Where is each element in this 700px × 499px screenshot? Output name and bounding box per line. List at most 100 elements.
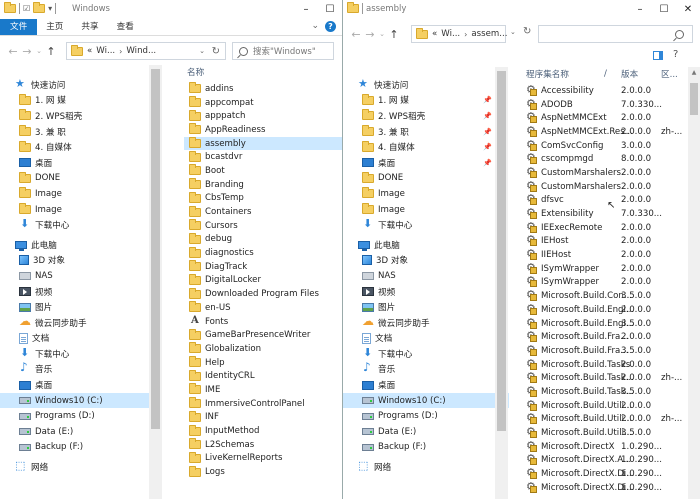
up-arrow-icon[interactable]: ↑ [44,45,58,58]
list-item[interactable]: Logs [184,465,342,479]
breadcrumb-chevron-icon[interactable]: › [119,47,122,56]
address-bar[interactable]: « Wi... › Wind... ⌄ ↻ [66,42,226,60]
nav-item[interactable]: Image [0,186,162,202]
column-header-name[interactable]: 名称 [184,65,342,79]
table-row[interactable]: Microsoft.Build.Utili...3.5.0.0 [522,425,700,440]
nav-item[interactable]: Programs (D:) [343,408,509,424]
title-bar[interactable]: ☑ ▾ Windows – ☐ [0,0,342,19]
nav-item[interactable]: 下载中心 [343,346,509,362]
list-item[interactable]: DiagTrack [184,260,342,274]
breadcrumb-segment[interactable]: Wi... [441,29,460,39]
nav-item[interactable]: 快速访问 [343,77,509,93]
list-item[interactable]: AppReadiness [184,123,342,137]
nav-item[interactable]: Image [343,202,509,218]
nav-item[interactable]: 视频 [343,284,509,300]
nav-item[interactable]: 快速访问 [0,77,162,93]
quick-access-dropdown-icon[interactable]: ▾ [48,4,52,13]
list-item[interactable]: LiveKernelReports [184,451,342,466]
address-overflow[interactable]: « [432,29,437,39]
table-row[interactable]: ISymWrapper 2.0.0.0 [522,261,700,276]
list-item[interactable]: apppatch [184,109,342,123]
table-row[interactable]: Microsoft.Build.Utili...2.0.0.0 [522,398,700,413]
forward-arrow-icon[interactable]: → [20,45,34,58]
close-button[interactable]: ✕ [676,0,700,19]
nav-item[interactable]: Programs (D:) [0,408,162,424]
list-item[interactable]: debug [184,232,342,247]
breadcrumb-segment[interactable]: Wind... [126,46,156,56]
minimize-button[interactable]: – [628,0,652,19]
table-row[interactable]: Microsoft.DirectX.Di...1.0.290... [522,466,700,481]
refresh-icon[interactable]: ↻ [212,46,220,57]
list-item[interactable]: appcompat [184,96,342,110]
list-item[interactable]: GameBarPresenceWriter [184,328,342,342]
recent-locations-icon[interactable]: ⌄ [377,30,387,38]
list-item[interactable]: InputMethod [184,424,342,438]
nav-item[interactable]: 网络 [0,459,162,475]
nav-item[interactable]: 3D 对象 [343,253,509,269]
nav-item[interactable]: 3D 对象 [0,253,162,269]
table-row[interactable]: cscompmgd 8.0.0.0 [522,151,700,166]
nav-item[interactable]: 下载中心 [0,346,162,362]
table-row[interactable]: CustomMarshalers2.0.0.0 [522,165,700,180]
title-bar[interactable]: assembly – ☐ ✕ [343,0,700,19]
list-item[interactable]: INF [184,410,342,425]
table-row[interactable]: Microsoft.DirectX 1.0.290... [522,439,700,454]
nav-item[interactable]: DONE [343,171,509,187]
tab-share[interactable]: 共享 [72,19,107,35]
maximize-button[interactable]: ☐ [652,0,676,19]
tab-view[interactable]: 查看 [108,19,143,35]
address-bar[interactable]: « Wi... › assem... [411,25,507,43]
recent-locations-icon[interactable]: ⌄ [34,47,44,55]
table-row[interactable]: CustomMarshalers2.0.0.0 [522,179,700,194]
list-item[interactable]: IdentityCRL [184,369,342,383]
list-item[interactable]: addins [184,82,342,96]
table-row[interactable]: AspNetMMCExt.Res...2.0.0.0 zh-... [522,124,700,139]
list-item[interactable]: Downloaded Program Files [184,287,342,301]
preview-pane-icon[interactable] [653,51,663,60]
list-item[interactable]: Fonts [184,315,342,329]
nav-item[interactable]: 微云同步助手 [0,314,162,331]
nav-item[interactable]: Image [343,186,509,202]
help-icon[interactable]: ? [325,21,336,32]
nav-item[interactable]: 桌面 [0,377,162,393]
nav-item[interactable]: 3. 兼 职📌 [343,124,509,140]
table-row[interactable]: IEExecRemote 2.0.0.0 [522,220,700,235]
nav-item[interactable]: 1. 网 媒📌 [0,93,162,109]
nav-item[interactable]: 网络 [343,459,509,475]
list-item[interactable]: assembly [184,136,342,151]
table-row[interactable]: Microsoft.Build.Utili...2.0.0.0 zh-... [522,411,700,427]
table-row[interactable]: ComSvcConfig 3.0.0.0 [522,138,700,153]
nav-scrollbar-thumb[interactable] [497,71,506,431]
list-item[interactable]: en-US [184,301,342,315]
new-folder-icon[interactable] [33,2,46,13]
nav-item[interactable]: 此电脑 [343,237,509,253]
nav-scrollbar-thumb[interactable] [151,69,160,429]
nav-item[interactable]: 4. 自媒体📌 [0,139,162,155]
breadcrumb-segment[interactable]: assem... [471,29,507,39]
column-header-version[interactable]: 版本 [621,68,638,80]
ribbon-expand-icon[interactable]: ⌄ [311,21,319,32]
list-item[interactable]: Containers [184,205,342,219]
tab-file[interactable]: 文件 [0,19,38,35]
list-item[interactable]: Help [184,356,342,370]
nav-item[interactable]: 视频 [0,284,162,300]
nav-item[interactable]: 桌面 📌 [343,155,509,171]
assembly-scrollbar-thumb[interactable] [690,83,698,115]
assembly-scrollbar[interactable]: ▲ [688,67,700,499]
nav-item[interactable]: 3. 兼 职📌 [0,124,162,140]
list-item[interactable]: L2Schemas [184,438,342,452]
list-item[interactable]: diagnostics [184,246,342,260]
nav-item[interactable]: 音乐 [0,360,162,378]
nav-item[interactable]: 微云同步助手 [343,314,509,331]
table-row[interactable]: Microsoft.Build.Fra...3.5.0.0 [522,343,700,358]
table-row[interactable]: Microsoft.DirectX.A...1.0.290... [522,452,700,468]
search-box[interactable] [538,25,693,43]
address-dropdown-icon[interactable]: ⌄ [199,47,205,55]
table-row[interactable]: IEHost 2.0.0.0 [522,233,700,249]
column-header-culture[interactable]: 区... [661,68,678,80]
breadcrumb-segment[interactable]: Wi... [96,46,115,56]
properties-icon[interactable]: ☑ [23,4,30,13]
back-arrow-icon[interactable]: ← [6,45,20,58]
nav-item[interactable]: 图片 [0,299,162,315]
forward-arrow-icon[interactable]: → [363,28,377,41]
